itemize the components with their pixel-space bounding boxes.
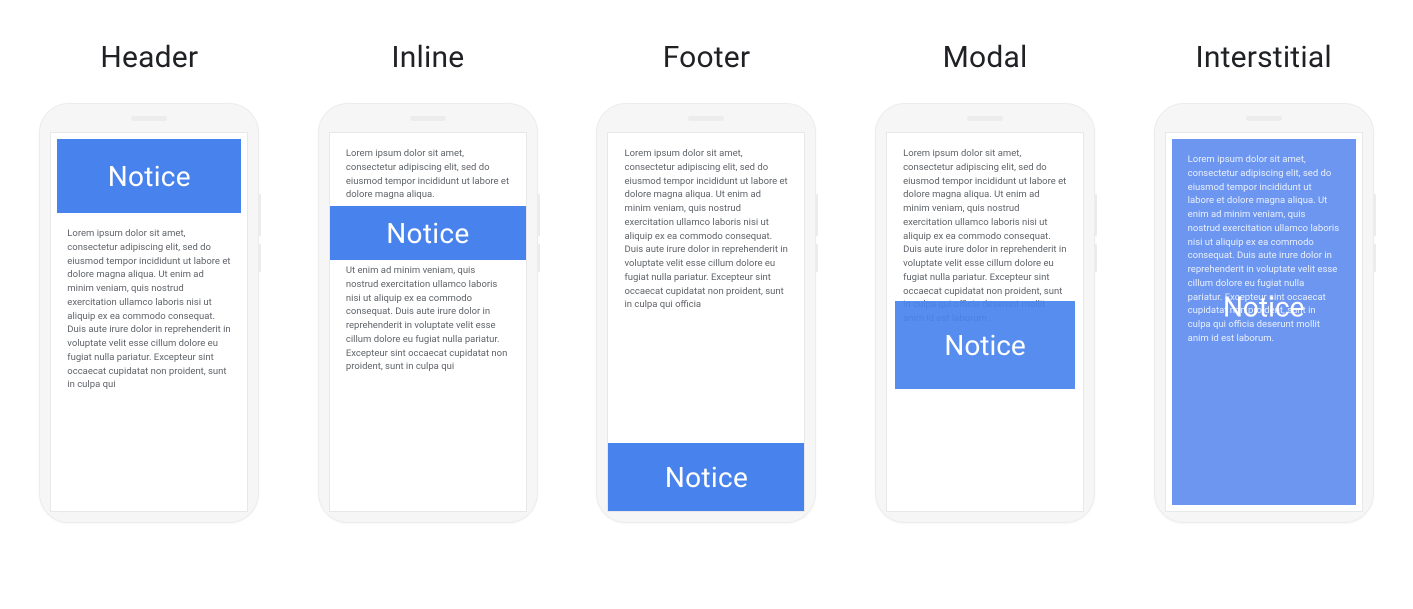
phone-screen: Lorem ipsum dolor sit amet, consectetur … [1165, 132, 1363, 512]
phone-mock: Notice Lorem ipsum dolor sit amet, conse… [39, 103, 259, 523]
variant-footer: Footer Lorem ipsum dolor sit amet, conse… [577, 40, 836, 523]
phone-mock: Lorem ipsum dolor sit amet, consectetur … [318, 103, 538, 523]
phone-screen: Lorem ipsum dolor sit amet, consectetur … [886, 132, 1084, 512]
variant-header: Header Notice Lorem ipsum dolor sit amet… [20, 40, 279, 523]
notice-banner-header: Notice [57, 139, 241, 213]
phone-side-button [815, 244, 818, 272]
phone-screen: Notice Lorem ipsum dolor sit amet, conse… [50, 132, 248, 512]
page-content: Lorem ipsum dolor sit amet, consectetur … [51, 213, 247, 406]
phone-side-button [258, 244, 261, 272]
variant-title: Footer [663, 40, 751, 75]
phone-side-button [258, 194, 261, 236]
variant-modal: Modal Lorem ipsum dolor sit amet, consec… [856, 40, 1115, 523]
phone-side-button [537, 194, 540, 236]
phone-mock: Lorem ipsum dolor sit amet, consectetur … [596, 103, 816, 523]
notice-banner-footer: Notice [608, 443, 804, 511]
page-content: Lorem ipsum dolor sit amet, consectetur … [330, 133, 526, 388]
variant-title: Interstitial [1196, 40, 1332, 75]
phone-speaker [688, 116, 724, 121]
notice-placement-diagram: Header Notice Lorem ipsum dolor sit amet… [20, 40, 1393, 523]
phone-side-button [815, 194, 818, 236]
phone-side-button [1373, 244, 1376, 272]
lorem-paragraph: Lorem ipsum dolor sit amet, consectetur … [346, 147, 510, 202]
phone-screen: Lorem ipsum dolor sit amet, consectetur … [607, 132, 805, 512]
variant-interstitial: Interstitial Lorem ipsum dolor sit amet,… [1134, 40, 1393, 523]
notice-label: Notice [944, 329, 1025, 362]
notice-label: Notice [386, 217, 469, 250]
variant-title: Modal [943, 40, 1028, 75]
notice-label: Notice [1223, 291, 1304, 324]
phone-side-button [537, 244, 540, 272]
lorem-paragraph: Lorem ipsum dolor sit amet, consectetur … [624, 147, 788, 312]
phone-side-button [1094, 194, 1097, 236]
lorem-paragraph: Ut enim ad minim veniam, quis nostrud ex… [346, 264, 510, 374]
notice-banner-modal: Notice [895, 301, 1075, 389]
notice-label: Notice [665, 461, 748, 494]
variant-title: Inline [391, 40, 464, 75]
phone-speaker [131, 116, 167, 121]
phone-speaker [1246, 116, 1282, 121]
variant-title: Header [100, 40, 198, 75]
phone-mock: Lorem ipsum dolor sit amet, consectetur … [875, 103, 1095, 523]
variant-inline: Inline Lorem ipsum dolor sit amet, conse… [299, 40, 558, 523]
notice-label: Notice [108, 160, 191, 193]
phone-speaker [410, 116, 446, 121]
phone-side-button [1373, 194, 1376, 236]
notice-banner-interstitial: Lorem ipsum dolor sit amet, consectetur … [1172, 139, 1356, 505]
phone-mock: Lorem ipsum dolor sit amet, consectetur … [1154, 103, 1374, 523]
notice-banner-inline: Notice [330, 206, 526, 260]
lorem-paragraph: Lorem ipsum dolor sit amet, consectetur … [67, 227, 231, 392]
phone-speaker [967, 116, 1003, 121]
phone-screen: Lorem ipsum dolor sit amet, consectetur … [329, 132, 527, 512]
lorem-paragraph: Lorem ipsum dolor sit amet, consectetur … [903, 147, 1067, 326]
page-content: Lorem ipsum dolor sit amet, consectetur … [608, 133, 804, 326]
phone-side-button [1094, 244, 1097, 272]
